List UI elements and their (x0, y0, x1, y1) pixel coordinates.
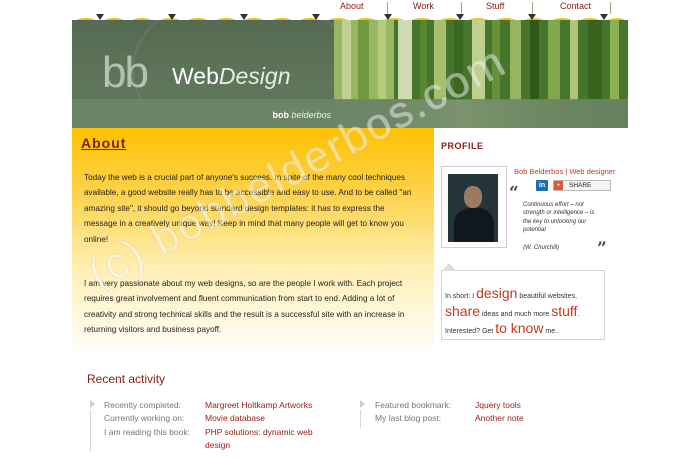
open-quote-icon: “ (509, 183, 519, 203)
box-pointer (442, 263, 456, 271)
nav-contact[interactable]: Contact (560, 1, 591, 11)
activity-label: My last blog post: (375, 413, 442, 423)
nav-separator (461, 2, 462, 14)
activity-link[interactable]: Margreet Holtkamp Artworks (205, 400, 312, 410)
profile-photo (448, 174, 498, 242)
bamboo-photo (334, 20, 628, 100)
plus-icon: + (554, 181, 563, 190)
nav-separator (610, 2, 611, 14)
share-button[interactable]: + SHARE (553, 180, 611, 191)
activity-link[interactable]: PHP solutions: dynamic web (205, 427, 313, 437)
keyword-design[interactable]: design (476, 285, 517, 301)
about-paragraph-2: I am very passionate about my web design… (84, 279, 405, 335)
activity-label: Recently completed: (104, 400, 182, 410)
keyword-to-know[interactable]: to know (495, 320, 543, 336)
arrow-icon (360, 400, 365, 408)
about-heading: About (81, 135, 127, 151)
header-banner: bb WebDesign bob belderbos (72, 20, 628, 128)
in-short-line-1: In short: I design beautiful websites, (445, 285, 577, 301)
nav-separator (532, 2, 533, 14)
in-short-line-2: share ideas and much more stuff. (445, 303, 580, 319)
activity-link[interactable]: Jquery tools (475, 400, 521, 410)
profile-heading: PROFILE (441, 141, 484, 151)
author-name-tag: bob belderbos (272, 110, 331, 120)
recent-activity-heading: Recent activity (87, 372, 166, 386)
profile-quote: Continuous effort – not strength or inte… (523, 202, 595, 234)
divider (90, 410, 91, 452)
photo-head (464, 186, 482, 208)
profile-photo-card (441, 166, 507, 248)
nav-separator (387, 2, 388, 14)
about-section: About Today the web is a crucial part of… (72, 128, 434, 360)
activity-label: Featured bookmark: (375, 400, 452, 410)
activity-link[interactable]: Another note (475, 413, 524, 423)
activity-link-continued[interactable]: design (205, 440, 230, 450)
name-strip (72, 99, 628, 128)
divider (360, 410, 361, 428)
linkedin-icon[interactable]: in (536, 180, 548, 191)
activity-link[interactable]: Movie database (205, 413, 265, 423)
in-short-box: In short: I design beautiful websites, s… (441, 263, 605, 340)
activity-label: I am reading this book: (104, 427, 190, 437)
bb-logo-mark: bb (102, 48, 149, 97)
nav-stuff[interactable]: Stuff (486, 1, 504, 11)
nav-about[interactable]: About (340, 1, 364, 11)
profile-name-link[interactable]: Bob Belderbos | Web designer (514, 167, 615, 176)
keyword-share[interactable]: share (445, 303, 480, 319)
close-quote-icon: ” (597, 239, 607, 259)
site-title: WebDesign (172, 63, 291, 89)
in-short-line-3: Interested? Get to know me.. (445, 320, 560, 336)
nav-work[interactable]: Work (413, 1, 434, 11)
quote-author: (W. Churchill) (523, 245, 560, 251)
activity-label: Currently working on: (104, 413, 185, 423)
arrow-icon (90, 400, 95, 408)
photo-body (454, 208, 494, 242)
keyword-stuff[interactable]: stuff (551, 303, 577, 319)
about-paragraph-1: Today the web is a crucial part of anyon… (84, 173, 412, 244)
